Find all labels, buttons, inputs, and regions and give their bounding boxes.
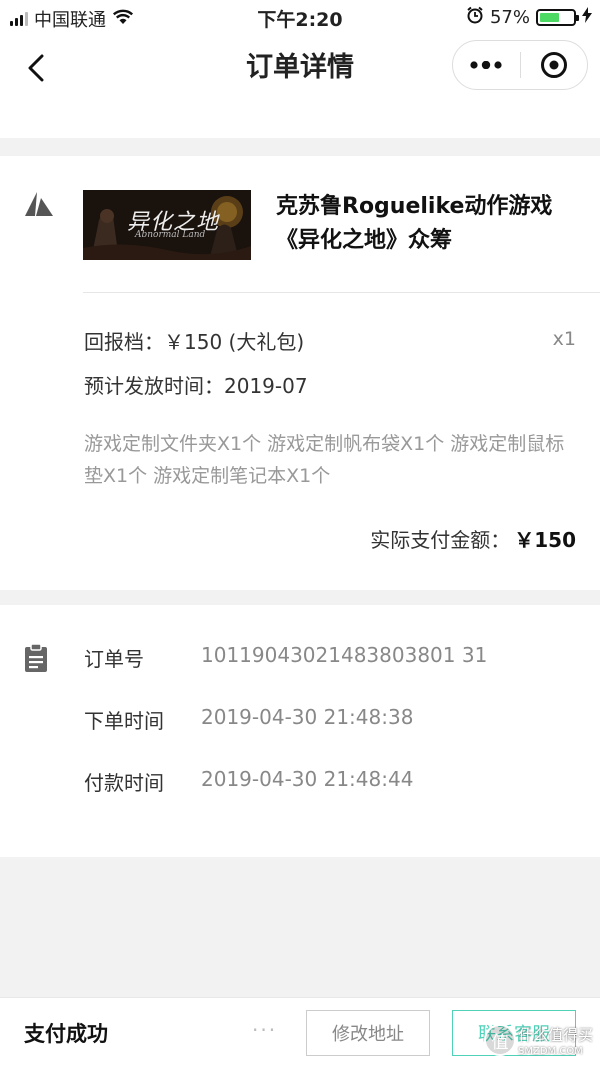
paid-amount: ￥150 [514,528,576,552]
watermark-url: SMZDM.COM [518,1046,583,1057]
status-right: 57% [466,6,592,29]
payment-time-value: 2019-04-30 21:48:44 [201,767,414,791]
reward-tier-value: ￥150 (大礼包) [164,330,305,354]
watermark-text: 什么值得买 [518,1026,594,1044]
more-dots-icon [470,61,502,69]
product-title[interactable]: 克苏鲁Roguelike动作游戏《异化之地》众筹 [276,190,576,258]
order-number-label: 订单号 [84,647,144,671]
reward-contents: 游戏定制文件夹X1个 游戏定制帆布袋X1个 游戏定制鼠标垫X1个 游戏定制笔记本… [84,433,565,487]
more-actions-button[interactable]: ··· [252,1018,277,1042]
order-number-value: 10119043021483803801 31 [201,643,488,667]
order-number-row: 订单号 10119043021483803801 31 [84,643,487,672]
target-icon [540,52,567,78]
order-info-card: 订单号 10119043021483803801 31 下单时间 2019-04… [0,605,600,857]
paid-amount-label: 实际支付金额： [370,528,511,552]
smzdm-watermark: 值 什么值得买 SMZDM.COM [484,1022,600,1067]
product-card: 异化之地 Abnormal Land 克苏鲁Roguelike动作游戏《异化之地… [0,156,600,590]
quantity: x1 [552,328,576,350]
divider [83,292,600,293]
delivery-value: 2019-07 [224,374,308,398]
reward-tier: 回报档：￥150 (大礼包) [84,326,304,355]
battery-fill [540,13,560,22]
battery-icon [536,9,579,26]
thumbnail-subtitle: Abnormal Land [135,230,206,240]
watermark-badge: 值 [484,1024,516,1056]
alarm-icon [466,6,484,29]
product-thumbnail[interactable]: 异化之地 Abnormal Land [83,190,251,260]
edit-address-button[interactable]: 修改地址 [306,1010,430,1056]
more-menu-button[interactable] [453,41,520,89]
reward-tier-label: 回报档： [84,330,164,354]
close-mini-program-button[interactable] [521,41,588,89]
charging-icon [582,7,592,28]
battery-percent: 57% [489,7,530,28]
payment-time-row: 付款时间 2019-04-30 21:48:44 [84,767,413,796]
order-time-value: 2019-04-30 21:48:38 [201,705,414,729]
nav-bar: 订单详情 [0,34,600,138]
order-time-row: 下单时间 2019-04-30 21:48:38 [84,705,413,734]
payment-status: 支付成功 [24,1022,108,1046]
delivery-label: 预计发放时间： [84,374,224,398]
estimated-delivery: 预计发放时间：2019-07 [84,370,308,399]
mini-program-capsule [452,40,588,90]
payment-time-label: 付款时间 [84,771,164,795]
clipboard-icon [24,643,48,677]
status-bar: 中国联通 下午2:20 57% [0,0,600,34]
project-logo-icon [24,190,54,222]
order-time-label: 下单时间 [84,709,164,733]
paid-amount-row: 实际支付金额： ￥150 [370,524,576,553]
